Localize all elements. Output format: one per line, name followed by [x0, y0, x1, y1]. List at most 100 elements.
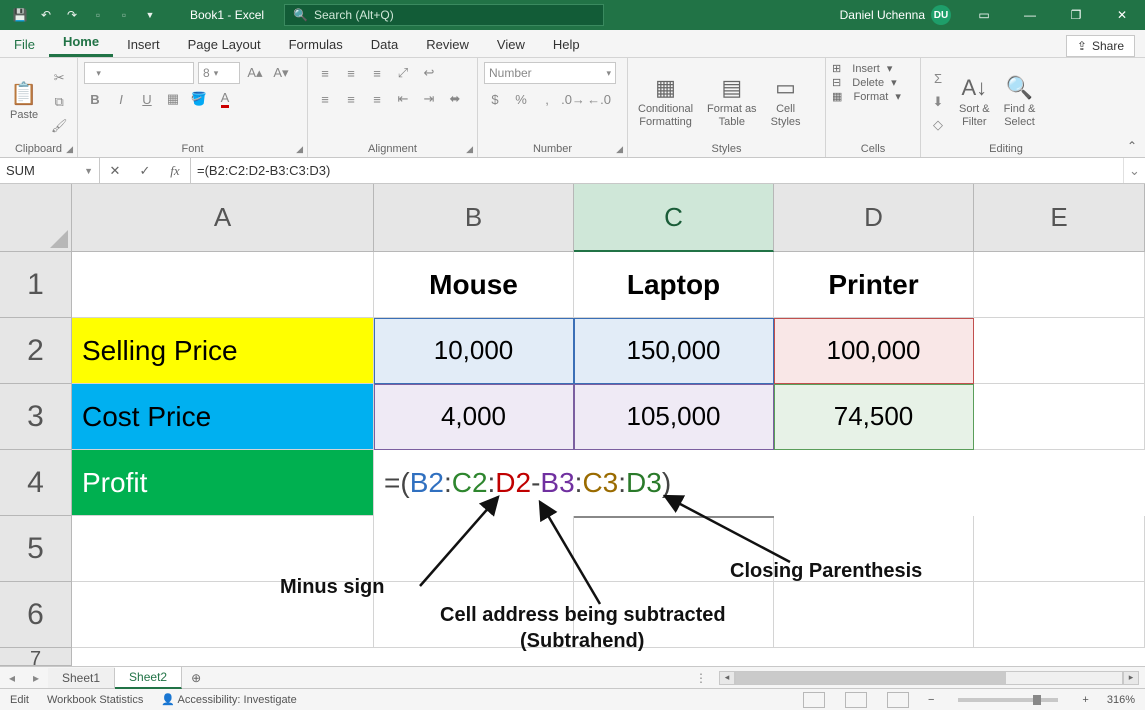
horizontal-scrollbar[interactable]: ◂ ▸	[719, 671, 1139, 685]
paste-button[interactable]: 📋 Paste	[6, 79, 42, 123]
row-header-5[interactable]: 5	[0, 516, 72, 582]
cell-b4-editing[interactable]: =(B2:C2:D2-B3:C3:D3)	[374, 450, 1145, 516]
sheet-nav-prev-icon[interactable]: ◂	[0, 671, 24, 685]
cell-a6[interactable]	[72, 582, 374, 648]
cell-d6[interactable]	[774, 582, 974, 648]
cell-a1[interactable]	[72, 252, 374, 318]
cell-e6[interactable]	[974, 582, 1145, 648]
zoom-level[interactable]: 316%	[1107, 694, 1135, 706]
cell-c6[interactable]	[574, 582, 774, 648]
cell-c5[interactable]	[574, 516, 774, 582]
redo-icon[interactable]: ↷	[60, 3, 84, 27]
align-bottom-icon[interactable]: ≡	[366, 62, 388, 84]
align-top-icon[interactable]: ≡	[314, 62, 336, 84]
font-color-icon[interactable]: A	[214, 88, 236, 110]
collapse-ribbon-icon[interactable]: ⌃	[1127, 139, 1137, 153]
spreadsheet-grid[interactable]: A B C D E 1 2 3 4 5 6 7 Mouse Laptop Pri…	[0, 184, 1145, 666]
user-account[interactable]: Daniel Uchenna DU	[830, 5, 961, 25]
sort-filter-button[interactable]: A↓Sort & Filter	[955, 73, 994, 129]
tab-review[interactable]: Review	[412, 32, 483, 57]
clear-icon[interactable]: ◇	[927, 114, 949, 136]
cell-a4[interactable]: Profit	[72, 450, 374, 516]
zoom-out-icon[interactable]: −	[928, 694, 934, 706]
align-left-icon[interactable]: ≡	[314, 88, 336, 110]
alignment-launcher-icon[interactable]: ◢	[466, 144, 473, 155]
tab-insert[interactable]: Insert	[113, 32, 174, 57]
comma-icon[interactable]: ,	[536, 88, 558, 110]
sheet-nav-next-icon[interactable]: ▸	[24, 671, 48, 685]
cell-a2[interactable]: Selling Price	[72, 318, 374, 384]
cell-a3[interactable]: Cost Price	[72, 384, 374, 450]
search-box[interactable]: 🔍 Search (Alt+Q)	[284, 4, 604, 26]
align-center-icon[interactable]: ≡	[340, 88, 362, 110]
sheet-tab-1[interactable]: Sheet1	[48, 668, 115, 688]
row-header-6[interactable]: 6	[0, 582, 72, 648]
expand-formula-bar-icon[interactable]: ⌄	[1123, 158, 1145, 183]
tab-help[interactable]: Help	[539, 32, 594, 57]
row-header-1[interactable]: 1	[0, 252, 72, 318]
format-painter-icon[interactable]: 🖌	[48, 115, 70, 137]
row-header-2[interactable]: 2	[0, 318, 72, 384]
row-header-7[interactable]: 7	[0, 648, 72, 666]
tab-page-layout[interactable]: Page Layout	[174, 32, 275, 57]
qat-btn-2[interactable]: ▫	[112, 3, 136, 27]
maximize-icon[interactable]: ❐	[1053, 0, 1099, 30]
fill-icon[interactable]: ⬇	[927, 91, 949, 113]
ribbon-display-icon[interactable]: ▭	[961, 0, 1007, 30]
scroll-right-icon[interactable]: ▸	[1123, 671, 1139, 685]
fill-color-icon[interactable]: 🪣	[188, 88, 210, 110]
cut-icon[interactable]: ✂	[48, 67, 70, 89]
font-name-combo[interactable]: ▾	[84, 62, 194, 84]
cell-b5[interactable]	[374, 516, 574, 582]
cancel-formula-icon[interactable]: ✕	[100, 163, 130, 179]
find-select-button[interactable]: 🔍Find & Select	[1000, 73, 1040, 129]
increase-decimal-icon[interactable]: .0→	[562, 88, 584, 110]
number-format-combo[interactable]: Number▾	[484, 62, 616, 84]
tab-split-icon[interactable]: ⋮	[689, 671, 713, 685]
bold-button[interactable]: B	[84, 88, 106, 110]
zoom-slider[interactable]	[958, 698, 1058, 702]
insert-function-icon[interactable]: fx	[160, 163, 190, 179]
cell-e5[interactable]	[974, 516, 1145, 582]
select-all-corner[interactable]	[0, 184, 72, 252]
name-box[interactable]: SUM ▼	[0, 158, 100, 183]
col-header-d[interactable]: D	[774, 184, 974, 252]
cell-c3[interactable]: 105,000	[574, 384, 774, 450]
decrease-indent-icon[interactable]: ⇤	[392, 88, 414, 110]
cell-styles-button[interactable]: ▭Cell Styles	[767, 73, 805, 129]
clipboard-launcher-icon[interactable]: ◢	[66, 144, 73, 155]
autosum-icon[interactable]: Σ	[927, 68, 949, 90]
zoom-in-icon[interactable]: +	[1082, 694, 1088, 706]
italic-button[interactable]: I	[110, 88, 132, 110]
number-launcher-icon[interactable]: ◢	[616, 144, 623, 155]
col-header-b[interactable]: B	[374, 184, 574, 252]
view-normal-icon[interactable]	[803, 692, 825, 708]
cell-a5[interactable]	[72, 516, 374, 582]
delete-cells-button[interactable]: ⊟ Delete ▾	[832, 76, 914, 89]
merge-icon[interactable]: ⬌	[444, 88, 466, 110]
increase-indent-icon[interactable]: ⇥	[418, 88, 440, 110]
font-launcher-icon[interactable]: ◢	[296, 144, 303, 155]
cell-b1[interactable]: Mouse	[374, 252, 574, 318]
cell-b2[interactable]: 10,000	[374, 318, 574, 384]
format-cells-button[interactable]: ▦ Format ▾	[832, 90, 914, 103]
tab-file[interactable]: File	[0, 32, 49, 57]
underline-button[interactable]: U	[136, 88, 158, 110]
formula-input[interactable]: =(B2:C2:D2-B3:C3:D3)	[191, 158, 1123, 183]
status-workbook-stats[interactable]: Workbook Statistics	[47, 694, 143, 706]
increase-font-icon[interactable]: A▴	[244, 62, 266, 84]
format-as-table-button[interactable]: ▤Format as Table	[703, 73, 761, 129]
percent-icon[interactable]: %	[510, 88, 532, 110]
insert-cells-button[interactable]: ⊞ Insert ▾	[832, 62, 914, 75]
share-button[interactable]: ⇪ Share	[1066, 35, 1135, 57]
orientation-icon[interactable]: ⤢	[392, 62, 414, 84]
view-page-layout-icon[interactable]	[845, 692, 867, 708]
cell-c1[interactable]: Laptop	[574, 252, 774, 318]
scroll-left-icon[interactable]: ◂	[719, 671, 735, 685]
cell-b6[interactable]	[374, 582, 574, 648]
close-icon[interactable]: ✕	[1099, 0, 1145, 30]
status-accessibility[interactable]: 👤 Accessibility: Investigate	[161, 693, 296, 706]
tab-view[interactable]: View	[483, 32, 539, 57]
cell-e1[interactable]	[974, 252, 1145, 318]
tab-home[interactable]: Home	[49, 29, 113, 57]
